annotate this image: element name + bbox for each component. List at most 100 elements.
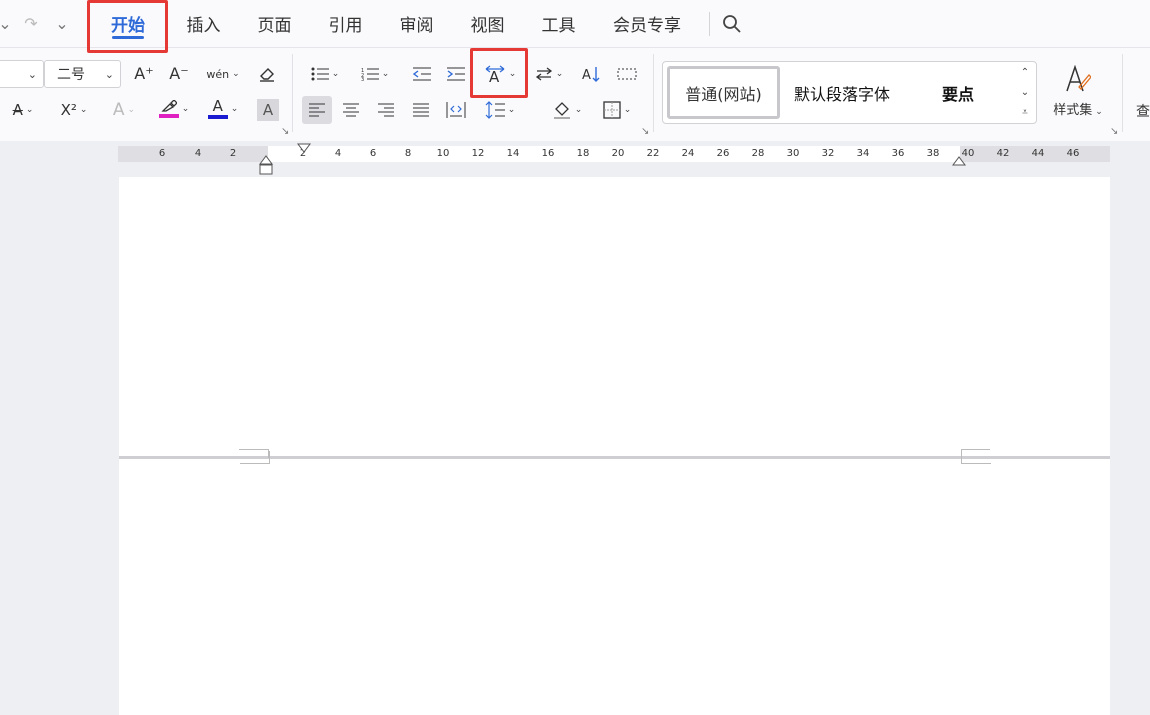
align-left-icon [309,103,325,117]
ruler-tick-label: 32 [821,148,835,159]
tab-home[interactable]: 开始 [88,0,168,47]
chevron-down-icon: ⌄ [27,67,37,81]
text-direction-button[interactable]: ⌄ [530,62,568,86]
strikethrough-icon: A [12,100,23,119]
search-icon[interactable] [719,0,745,47]
borders-button[interactable]: ⌄ [598,98,636,122]
title-bar: ⌄ ↷ ⌄ 开始 插入 页面 引用 审阅 视图 工具 会员专享 [0,0,1150,47]
tab-separator [709,12,710,36]
ruler-tick-label: 18 [576,148,590,159]
align-left-button[interactable] [302,96,332,124]
right-indent-marker-icon[interactable] [952,154,966,166]
style-set-icon [1066,64,1091,91]
shading-button[interactable]: ⌄ [548,98,586,122]
redo-icon[interactable]: ↷ [22,0,40,47]
align-right-button[interactable] [374,98,398,122]
chevron-down-icon: ⌄ [232,69,240,79]
ruler-tick-label: 6 [158,148,166,159]
ruler-tick-label: 20 [611,148,625,159]
sort-button[interactable]: A [580,62,604,86]
chevron-down-icon: ⌄ [508,69,517,79]
style-default-paragraph-font[interactable]: 默认段落字体 [783,62,901,123]
document-page-1[interactable] [119,177,1110,456]
document-page-2[interactable] [119,451,1110,715]
grow-font-button[interactable]: A⁺ [132,62,156,86]
ruler-tick-label: 24 [681,148,695,159]
distributed-align-button[interactable] [444,98,468,122]
font-dialog-launcher-icon[interactable]: ↘ [281,126,289,137]
font-name-combo[interactable]: ⌄ [0,60,44,88]
tab-view[interactable]: 视图 [452,0,523,47]
chevron-down-icon: ⌄ [79,105,88,115]
tab-references[interactable]: 引用 [310,0,381,47]
group-separator [292,54,293,132]
decrease-indent-icon [413,67,431,81]
horizontal-ruler[interactable]: 6 4 2 2 4 6 8 10 12 14 16 18 20 22 24 26 28 30 32 34 36 38 40 4… [118,143,1110,175]
chevron-down-icon: ⌄ [574,105,583,115]
line-spacing-icon [485,101,505,119]
ruler-tick-label: 6 [369,148,377,159]
svg-text:A: A [582,68,591,83]
chevron-down-icon: ⌄ [623,105,632,115]
tab-member[interactable]: 会员专享 [594,0,700,47]
ruler-tick-label: 42 [996,148,1010,159]
highlight-color-button[interactable]: ⌄ [155,96,193,122]
chevron-up-icon[interactable]: ⌃ [1021,67,1029,78]
sort-icon: A [582,67,600,83]
chevron-down-icon: ⌄ [127,105,136,115]
font-size-value: 二号 [57,67,85,83]
font-size-combo[interactable]: 二号 ⌄ [44,60,121,88]
left-indent-marker-icon[interactable] [259,154,273,176]
decrease-indent-button[interactable] [410,62,434,86]
chevron-down-icon: ⌄ [181,104,190,114]
find-replace-button[interactable]: 查 [1136,100,1150,122]
text-effect-button[interactable]: A ⌄ [105,98,143,122]
chevron-down-icon: ⌄ [104,67,114,81]
tab-review[interactable]: 审阅 [381,0,452,47]
style-gallery: 普通(网站) 默认段落字体 要点 ⌃ ⌄ ⩡ [662,61,1037,124]
tab-page[interactable]: 页面 [239,0,310,47]
increase-indent-icon [447,67,465,81]
first-line-indent-marker-icon[interactable] [297,143,311,155]
char-shading-button[interactable]: A [257,99,279,121]
distributed-align-icon [446,102,466,118]
styles-dialog-launcher-icon[interactable]: ↘ [1110,126,1118,137]
align-center-button[interactable] [339,98,363,122]
tab-insert[interactable]: 插入 [168,0,239,47]
ruler-tick-label: 16 [541,148,555,159]
ruler-tick-label: 38 [926,148,940,159]
bullet-list-button[interactable]: ⌄ [306,62,344,86]
clear-format-button[interactable] [255,62,279,86]
ribbon-home: ⌄ 二号 ⌄ A⁺ A⁻ wén ⌄ A ⌄ X² ⌄ A ⌄ ⌄ A ⌄ A ↘ [0,47,1150,141]
align-center-icon [343,103,359,117]
expand-gallery-icon[interactable]: ⩡ [1022,107,1028,118]
undo-dropdown-icon[interactable]: ⌄ [0,0,12,47]
chevron-down-icon[interactable]: ⌄ [1021,87,1029,98]
ruler-tick-label: 36 [891,148,905,159]
group-separator [653,54,654,132]
show-marks-button[interactable] [615,62,639,86]
justify-button[interactable] [409,98,433,122]
tab-tools[interactable]: 工具 [523,0,594,47]
ribbon-tabs: 开始 插入 页面 引用 审阅 视图 工具 会员专享 [88,0,700,47]
shrink-font-button[interactable]: A⁻ [167,62,191,86]
increase-indent-button[interactable] [444,62,468,86]
strikethrough-button[interactable]: A ⌄ [4,98,42,122]
chevron-down-icon: ⌄ [555,69,564,79]
superscript-button[interactable]: X² ⌄ [55,98,93,122]
margin-corner-mark-top-right [961,449,990,458]
chevron-down-icon[interactable]: ⌄ [52,0,72,47]
character-spacing-button[interactable]: A ⌄ [480,62,520,86]
style-set-button[interactable]: 样式集 ⌄ [1044,58,1112,124]
line-spacing-button[interactable]: ⌄ [480,98,520,122]
paragraph-dialog-launcher-icon[interactable]: ↘ [641,126,649,137]
paragraph-marks-icon [617,68,637,80]
numbered-list-icon: 123 [361,68,379,81]
numbered-list-button[interactable]: 1 2 3 ⌄ [356,62,394,86]
phonetic-guide-button[interactable]: wén ⌄ [204,62,242,86]
style-normal-web[interactable]: 普通(网站) [667,66,780,119]
ruler-tick-label: 26 [716,148,730,159]
font-color-button[interactable]: A ⌄ [204,96,242,122]
style-key-point[interactable]: 要点 [903,62,1013,123]
chevron-down-icon: ⌄ [381,69,390,79]
